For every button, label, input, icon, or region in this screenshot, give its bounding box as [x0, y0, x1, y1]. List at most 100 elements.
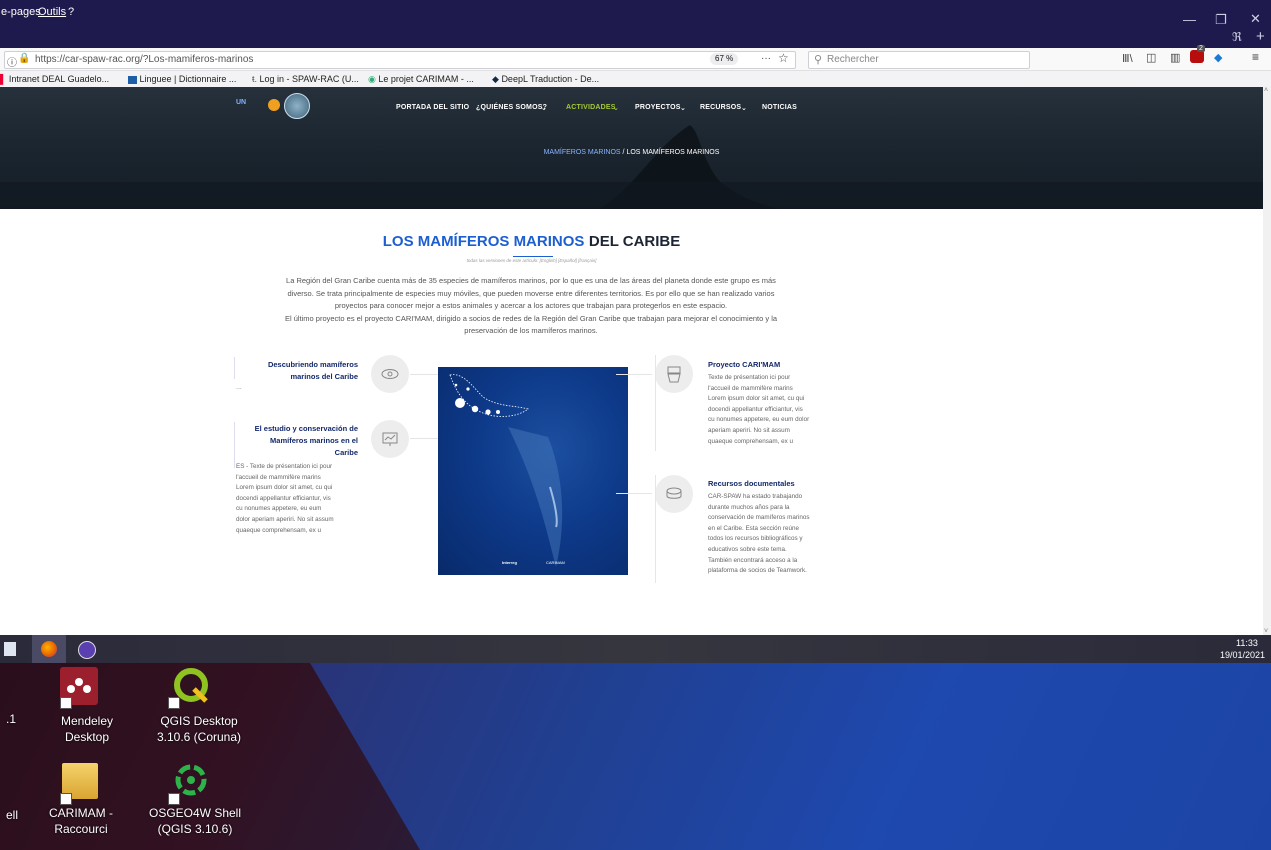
desktop-icon-osgeo[interactable]: OSGEO4W Shell (QGIS 3.10.6) — [140, 805, 250, 837]
zoom-level[interactable]: 67 % — [710, 53, 739, 65]
desktop-icon-mendeley[interactable]: Mendeley Desktop — [42, 713, 132, 745]
eye-icon[interactable] — [371, 355, 409, 393]
menu-outils[interactable]: Outils — [38, 6, 66, 18]
bookmark-linguee[interactable]: Linguee | Dictionnaire ... — [128, 74, 236, 84]
card-text: dolor aperiam aperiri. No sit assum — [236, 515, 334, 523]
intro-line: diverso. Se trata principalmente de espe… — [287, 288, 775, 298]
card-title[interactable]: Caribe — [236, 447, 358, 459]
page-scrollbar[interactable]: ˄ ˅ — [1263, 87, 1271, 635]
clock-time[interactable]: 11:33 — [1236, 638, 1258, 648]
interreg-logo: Interreg — [502, 560, 517, 565]
library-icon[interactable]: Ⅲ\ — [1122, 52, 1133, 65]
linguee-icon — [128, 75, 137, 84]
card-text-block: CAR-SPAW ha estado trabajando durante mu… — [708, 492, 832, 577]
presentation-icon[interactable] — [371, 420, 409, 458]
card-text: Lorem ipsum dolor sit amet, cu qui — [236, 484, 333, 492]
sidebar-icon[interactable]: ◫ — [1146, 51, 1156, 64]
minimize-icon[interactable]: — — [1183, 12, 1196, 27]
card-title[interactable]: marinos del Caribe — [236, 371, 358, 383]
desktop-icon-qgis[interactable]: QGIS Desktop 3.10.6 (Coruna) — [144, 713, 254, 745]
desktop: .1 ell Mendeley Desktop QGIS Desktop 3.1… — [0, 663, 1271, 850]
taskbar: 11:33 19/01/2021 — [0, 635, 1271, 663]
scroll-up-icon[interactable]: ˄ — [1264, 87, 1268, 94]
desktop-icon-carimam[interactable]: CARIMAM - Raccourci — [36, 805, 126, 837]
info-icon[interactable]: ⓘ — [7, 54, 17, 69]
card-text: aperiam aperiri. No sit assum — [708, 426, 790, 434]
bookmark-intranet[interactable]: ▌ Intranet DEAL Guadelo... — [0, 74, 109, 84]
card-text: l'accueil de mammifère marins — [236, 473, 321, 481]
connector-line — [410, 374, 438, 375]
search-input[interactable]: ⚲ Rechercher — [808, 51, 1030, 69]
menu-help[interactable]: ? — [68, 6, 74, 18]
page-actions-icon[interactable]: ··· — [761, 53, 771, 64]
hamburger-menu-icon[interactable]: ≡ — [1252, 50, 1259, 64]
nav-noticias[interactable]: NOTICIAS — [762, 104, 797, 111]
url-text[interactable]: https://car-spaw-rac.org/?Los-mamiferos-… — [35, 54, 253, 65]
card-descubriendo[interactable]: Descubriendo mamíferos marinos del Carib… — [236, 359, 358, 383]
card-text: docendi appellantur efficiantur, vis — [236, 494, 331, 502]
nav-portada[interactable]: PORTADA DEL SITIO — [396, 104, 469, 111]
nav-proyectos[interactable]: PROYECTOS — [635, 104, 681, 111]
nav-actividades[interactable]: ACTIVIDADES — [566, 104, 616, 111]
page-title-dark: DEL CARIBE — [588, 233, 681, 250]
app-taskbar-icon[interactable] — [78, 641, 96, 659]
shortcut-arrow-icon — [168, 697, 180, 709]
card-text: Lorem ipsum dolor sit amet, cu qui — [708, 395, 805, 403]
desktop-partial-label[interactable]: .1 — [6, 711, 16, 727]
article-versions[interactable]: todas las versiones de este artículo: [E… — [0, 258, 1063, 263]
deepl-icon: ◆ — [492, 74, 499, 84]
card-title[interactable]: Mamíferos marinos en el — [236, 435, 358, 447]
bookmark-star-icon[interactable]: ☆ — [778, 51, 789, 65]
bookmark-spaw-login[interactable]: ŧ. Log in - SPAW-RAC (U... — [252, 74, 359, 84]
desktop-icon-label: OSGEO4W Shell — [148, 806, 242, 820]
divider — [234, 357, 235, 379]
navigation-toolbar: ⓘ 🔒 https://car-spaw-rac.org/?Los-mamife… — [0, 45, 1271, 71]
scroll-down-icon[interactable]: ˅ — [1264, 628, 1268, 635]
card-text: durante muchos años para la — [708, 503, 790, 511]
ublock-icon[interactable]: 2 — [1190, 45, 1205, 63]
card-text: cu nonumes appetere, eu eum dolor — [708, 416, 810, 424]
reader-icon[interactable]: ▥ — [1170, 51, 1180, 64]
breadcrumb-separator: / — [622, 149, 625, 156]
address-bar[interactable]: ⓘ 🔒 https://car-spaw-rac.org/?Los-mamife… — [4, 51, 796, 69]
card-estudio[interactable]: El estudio y conservación de Mamíferos m… — [236, 423, 358, 459]
divider — [234, 422, 235, 468]
bookmark-favicon-icon: ▌ — [0, 74, 7, 84]
firefox-taskbar-button[interactable] — [32, 635, 66, 663]
spip-icon: ŧ. — [252, 74, 258, 84]
card-text: docendi appellantur efficiantur, vis — [708, 405, 803, 413]
un-logo[interactable]: UN — [236, 99, 246, 106]
spaw-logo[interactable] — [284, 93, 310, 119]
nav-caret-icon: ⌄ — [541, 105, 548, 112]
card-title[interactable]: Recursos documentales — [708, 478, 832, 490]
clock-date[interactable]: 19/01/2021 — [1220, 650, 1265, 660]
bookmark-carimam[interactable]: ◉ Le projet CARIMAM - ... — [368, 74, 474, 85]
close-icon[interactable]: ✕ — [1250, 11, 1261, 27]
bookmark-label: Log in - SPAW-RAC (U... — [259, 74, 359, 84]
book-icon[interactable] — [655, 355, 693, 393]
deepl-extension-icon[interactable]: ◆ — [1214, 51, 1222, 64]
connector-line — [410, 438, 438, 439]
card-recursos-documentales[interactable]: Recursos documentales CAR-SPAW ha estado… — [708, 478, 832, 577]
shortcut-arrow-icon — [60, 793, 72, 805]
restore-icon[interactable]: ❐ — [1215, 12, 1227, 28]
rss-icon[interactable]: ℜ — [1232, 30, 1242, 44]
file-explorer-icon[interactable] — [4, 642, 16, 656]
breadcrumb-parent[interactable]: MAMÍFEROS MARINOS — [544, 149, 621, 156]
whale-poster-image[interactable]: Interreg CARIMAM — [438, 367, 628, 575]
card-text: Texte de présentation ici pour — [708, 374, 791, 381]
nav-quienes-somos[interactable]: ¿QUIÉNES SOMOS? — [476, 104, 547, 111]
card-proyecto-carimam[interactable]: Proyecto CARI'MAM Texte de présentation … — [708, 359, 832, 447]
card-title[interactable]: El estudio y conservación de — [236, 423, 358, 435]
new-tab-icon[interactable]: + — [1256, 28, 1265, 45]
page-title-blue: LOS MAMÍFEROS MARINOS — [382, 233, 585, 250]
bookmark-deepl[interactable]: ◆ DeepL Traduction - De... — [492, 74, 599, 85]
stack-icon[interactable] — [655, 475, 693, 513]
nav-recursos[interactable]: RECURSOS — [700, 104, 741, 111]
desktop-partial-label[interactable]: ell — [6, 807, 18, 823]
card-title[interactable]: Descubriendo mamíferos — [236, 359, 358, 371]
menu-pages[interactable]: e-pages — [1, 6, 41, 18]
desktop-icon-label: QGIS Desktop — [160, 714, 238, 728]
desktop-icon-label: Desktop — [64, 730, 110, 744]
card-title[interactable]: Proyecto CARI'MAM — [708, 359, 832, 371]
